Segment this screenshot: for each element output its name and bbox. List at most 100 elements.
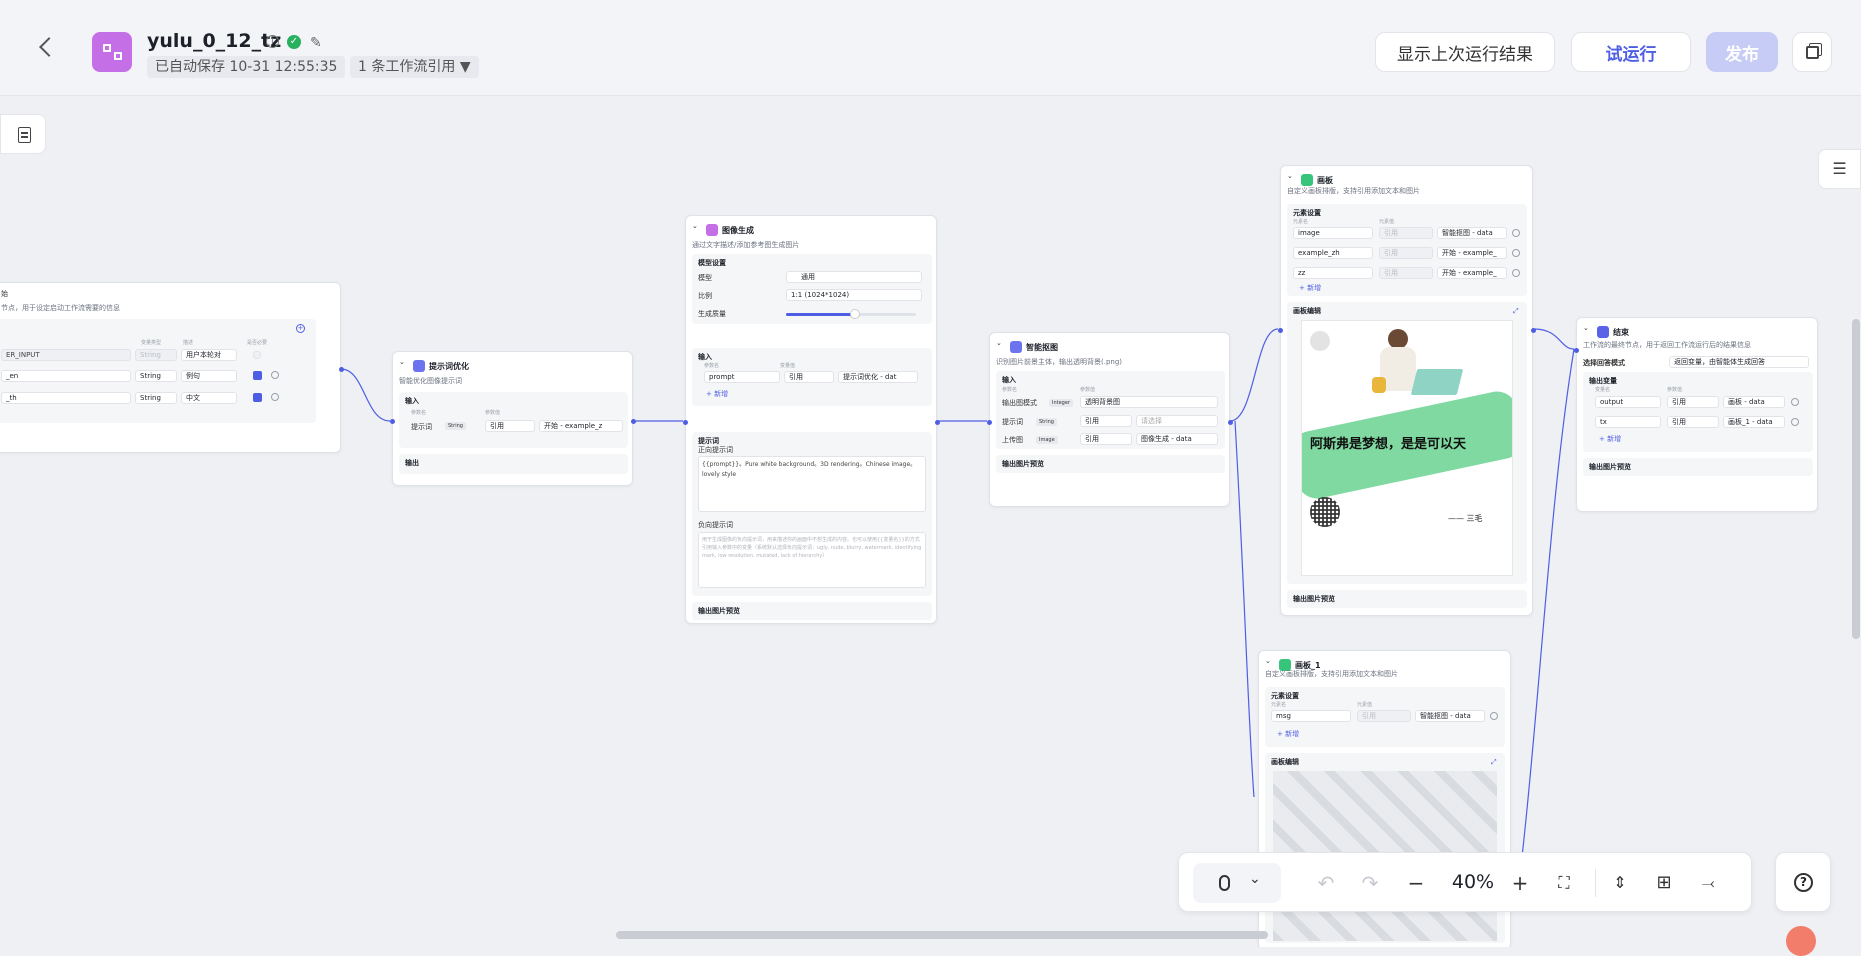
add-variable-icon[interactable]: + — [296, 324, 305, 333]
var-name-field[interactable]: _th — [1, 392, 131, 404]
collapse-icon[interactable]: ⌄ — [1583, 324, 1589, 332]
value-select[interactable]: 画板 - data — [1723, 396, 1785, 408]
redo-icon[interactable]: ↷ — [1357, 871, 1383, 895]
ref-select[interactable]: 引用 — [1080, 415, 1132, 427]
var-desc-field[interactable]: 中文 — [181, 392, 237, 404]
var-name-field[interactable]: tx — [1595, 416, 1661, 428]
vertical-scrollbar[interactable] — [1852, 319, 1860, 639]
smart-cutout-node[interactable]: ⌄ 智能抠图 识别图片前景主体，输出透明背景(.png) 输入 参数名 参数值 … — [987, 332, 1233, 507]
workflow-canvas[interactable]: ☰ 始 节点，用于设定启动工作流需要的信息 + 变量类型 描述 是否必要 ER_… — [0, 97, 1861, 947]
start-node[interactable]: 始 节点，用于设定启动工作流需要的信息 + 变量类型 描述 是否必要 ER_IN… — [0, 282, 344, 453]
collapse-icon[interactable]: ⌄ — [1265, 657, 1271, 665]
quality-slider[interactable] — [786, 309, 916, 319]
input-port[interactable] — [1574, 348, 1579, 353]
collapse-icon[interactable]: ⌄ — [399, 358, 405, 366]
collapse-nodes-icon[interactable]: ⇕ — [1607, 871, 1633, 895]
prompt-optimize-node[interactable]: ⌄ 提示词优化 智能优化图像提示词 输入 参数名 参数值 提示词 String … — [390, 351, 636, 486]
collapse-icon[interactable]: ⌄ — [692, 222, 698, 230]
assistant-avatar[interactable] — [1786, 926, 1816, 956]
positive-prompt-input[interactable]: {{prompt}}。Pure white background。3D rend… — [698, 456, 926, 512]
end-node[interactable]: ⌄ 结束 工作流的最终节点，用于返回工作流运行后的结果信息 选择回答模式 返回变… — [1574, 317, 1818, 512]
output-port[interactable] — [1228, 420, 1233, 425]
ref-select[interactable]: 引用 — [1667, 396, 1719, 408]
input-port[interactable] — [390, 419, 395, 424]
value-select[interactable]: 智能抠图 - data — [1437, 227, 1507, 239]
interaction-mode-select[interactable]: ⌄ — [1193, 863, 1281, 903]
element-name-field[interactable]: zz — [1293, 267, 1373, 279]
param-name-field[interactable]: prompt — [704, 371, 780, 383]
preview-section[interactable]: 输出图片预览 — [692, 602, 932, 620]
info-icon[interactable]: i — [266, 35, 279, 48]
output-port[interactable] — [1531, 328, 1536, 333]
mode-select[interactable]: 透明背景图 — [1080, 396, 1218, 408]
back-icon[interactable] — [39, 37, 59, 57]
var-name-field[interactable]: _en — [1, 370, 131, 382]
output-port[interactable] — [339, 367, 344, 372]
prompt-select[interactable]: 请选择 — [1136, 415, 1218, 427]
remove-icon[interactable] — [1791, 398, 1799, 406]
value-select[interactable]: 开始 - example_ — [1437, 247, 1507, 259]
preview-section[interactable]: 输出图片预览 — [1287, 590, 1527, 608]
copy-icon[interactable] — [1792, 32, 1832, 72]
preview-section[interactable]: 输出图片预览 — [996, 455, 1225, 473]
input-port[interactable] — [683, 420, 688, 425]
remove-icon[interactable] — [271, 371, 279, 379]
remove-icon[interactable] — [1512, 229, 1520, 237]
remove-icon[interactable] — [271, 393, 279, 401]
show-last-result-button[interactable]: 显示上次运行结果 — [1375, 32, 1555, 72]
var-desc-field[interactable]: 例句 — [181, 370, 237, 382]
publish-button[interactable]: 发布 — [1706, 32, 1778, 72]
value-select[interactable]: 开始 - example_ — [1437, 267, 1507, 279]
required-checkbox[interactable] — [253, 371, 262, 380]
zoom-out-icon[interactable]: − — [1403, 871, 1429, 895]
add-param-button[interactable]: + 新增 — [706, 389, 728, 399]
ref-select[interactable]: 引用 — [784, 371, 834, 383]
var-type-select[interactable]: String — [135, 392, 177, 404]
var-desc-field[interactable]: 用户本轮对 — [181, 349, 237, 361]
remove-icon[interactable] — [1512, 249, 1520, 257]
image-generation-node[interactable]: ⌄ 图像生成 通过文字描述/添加参考图生成图片 模型设置 模型 通用 比例 1:… — [683, 215, 940, 624]
ref-select[interactable]: 引用 — [485, 420, 535, 432]
element-name-field[interactable]: example_zh — [1293, 247, 1373, 259]
help-icon[interactable]: ? — [1775, 852, 1831, 912]
undo-icon[interactable]: ↶ — [1313, 871, 1339, 895]
connector-style-icon[interactable]: ⤙ — [1695, 871, 1721, 895]
input-port[interactable] — [987, 420, 992, 425]
fit-view-icon[interactable]: ⛶ — [1551, 871, 1577, 895]
edit-icon[interactable]: ✎ — [310, 35, 322, 51]
canvas-node[interactable]: ⌄ 画板 自定义画板排版，支持引用添加文本和图片 元素设置 元素名 元素值 im… — [1278, 165, 1536, 616]
poster-preview[interactable]: 阿斯弗是梦想，是是可以天 —— 三毛 — [1301, 320, 1513, 576]
answer-mode-select[interactable]: 返回变量，由智能体生成回答 — [1669, 356, 1809, 368]
required-checkbox[interactable] — [253, 393, 262, 402]
upload-select[interactable]: 图像生成 - data — [1136, 433, 1218, 445]
workflow-refs-dropdown[interactable]: 1 条工作流引用 ▼ — [350, 56, 479, 78]
remove-icon[interactable] — [1490, 712, 1498, 720]
var-type-select[interactable]: String — [135, 370, 177, 382]
auto-layout-icon[interactable]: ⊞ — [1651, 871, 1677, 895]
value-select[interactable]: 开始 - example_z — [539, 420, 623, 432]
output-port[interactable] — [935, 420, 940, 425]
value-select[interactable]: 智能抠图 - data — [1415, 710, 1485, 722]
ratio-select[interactable]: 1:1 (1024*1024) — [786, 289, 922, 301]
input-port[interactable] — [1278, 328, 1283, 333]
add-var-button[interactable]: + 新增 — [1599, 434, 1621, 444]
value-select[interactable]: 画板_1 - data — [1723, 416, 1785, 428]
remove-icon[interactable] — [1791, 418, 1799, 426]
collapse-icon[interactable]: ⌄ — [996, 339, 1002, 347]
negative-prompt-input[interactable]: 用于生成图像的负向提示词，用来描述你的画面中不想生成的内容。也可以使用{{变量名… — [698, 532, 926, 588]
output-section[interactable]: 输出 — [399, 454, 628, 474]
preview-section[interactable]: 输出图片预览 — [1583, 458, 1813, 476]
element-name-field[interactable]: image — [1293, 227, 1373, 239]
add-element-button[interactable]: + 新增 — [1277, 729, 1299, 739]
horizontal-scrollbar[interactable] — [616, 931, 1268, 939]
model-select[interactable]: 通用 — [786, 271, 922, 283]
fullscreen-icon[interactable]: ⤢ — [1491, 758, 1497, 767]
remove-icon[interactable] — [1512, 269, 1520, 277]
ref-select[interactable]: 引用 — [1667, 416, 1719, 428]
zoom-in-icon[interactable]: + — [1507, 871, 1533, 895]
var-name-field[interactable]: output — [1595, 396, 1661, 408]
collapse-icon[interactable]: ⌄ — [1287, 172, 1293, 180]
value-select[interactable]: 提示词优化 - dat — [838, 371, 918, 383]
zoom-level[interactable]: 40% — [1443, 871, 1503, 893]
element-name-field[interactable]: msg — [1271, 710, 1351, 722]
